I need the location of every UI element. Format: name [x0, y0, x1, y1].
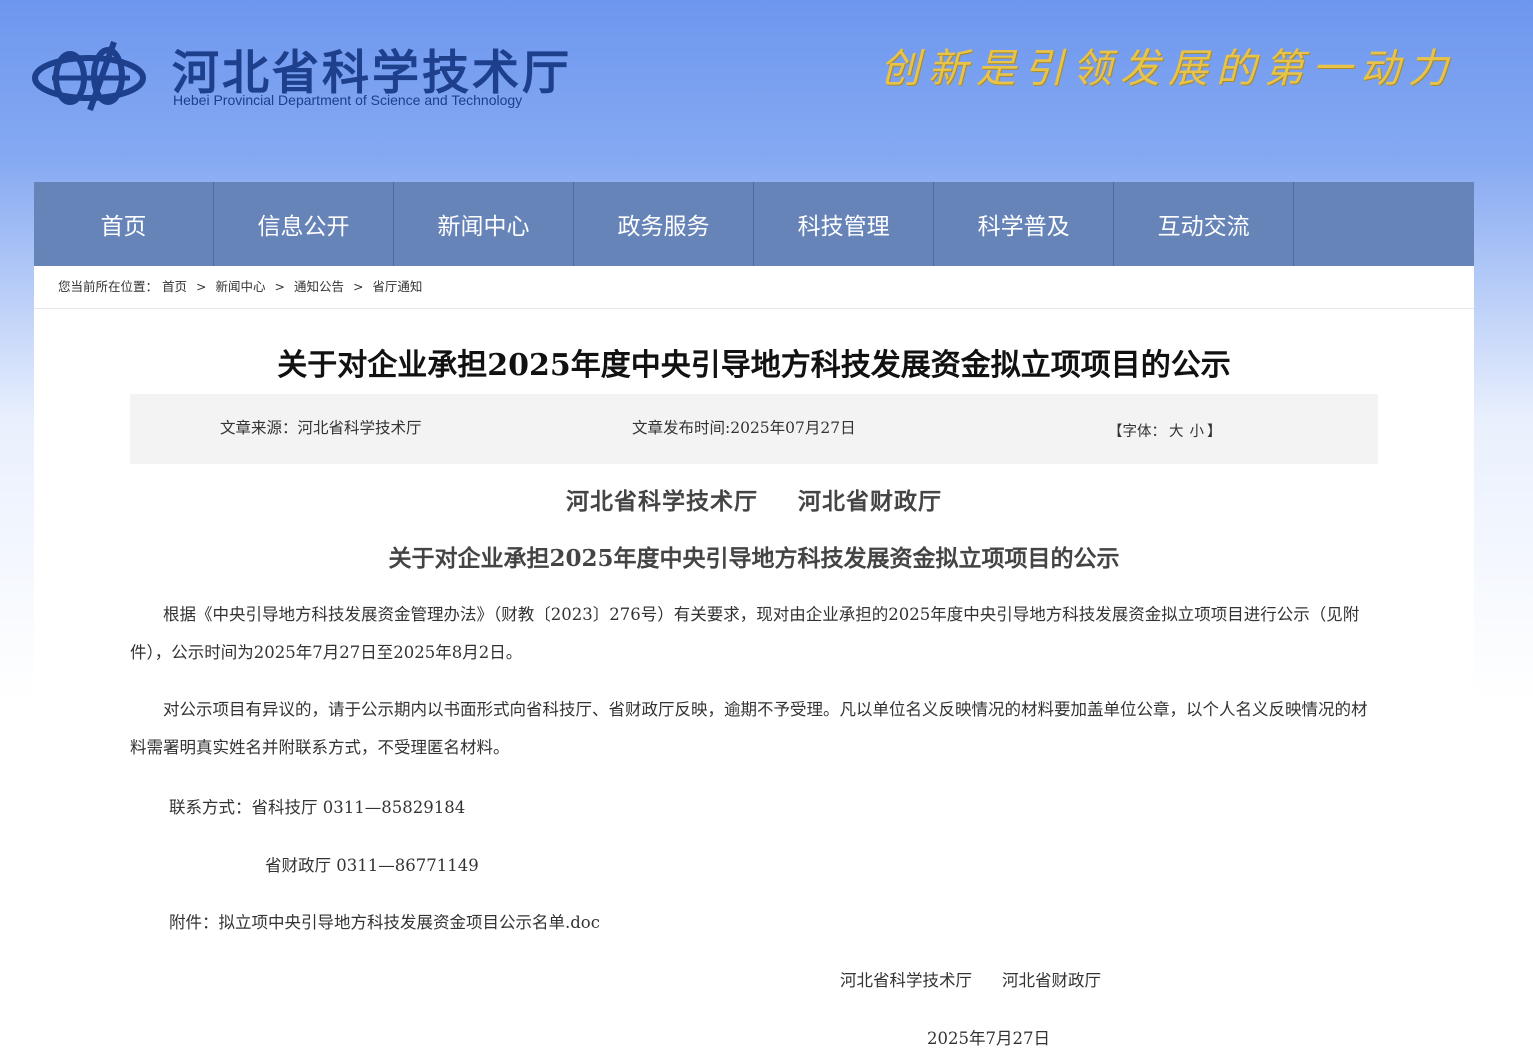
signature-org-1: 河北省科学技术厅	[840, 971, 972, 990]
breadcrumb-separator: >	[352, 279, 364, 294]
breadcrumb-link-dept-notices[interactable]: 省厅通知	[372, 279, 422, 294]
font-label-close: 】	[1207, 424, 1222, 440]
breadcrumb-separator: >	[196, 279, 207, 294]
signature: 河北省科学技术厅 河北省财政厅	[840, 967, 1101, 991]
notice-subtitle: 关于对企业承担2025年度中央引导地方科技发展资金拟立项项目的公示	[388, 545, 1120, 572]
font-small-button[interactable]: 小	[1190, 424, 1205, 440]
breadcrumb-prefix: 您当前所在位置：	[58, 279, 159, 294]
contact-line-1: 联系方式：省科技厅 0311—85829184	[169, 798, 466, 817]
signature-org-2: 河北省财政厅	[1002, 971, 1101, 990]
nav-item-government-services[interactable]: 政务服务	[574, 182, 755, 266]
attachment-link[interactable]: 拟立项中央引导地方科技发展资金项目公示名单.doc	[219, 913, 600, 932]
issuing-orgs: 河北省科学技术厅 河北省财政厅	[34, 482, 1474, 516]
contact-line-2: 省财政厅 0311—86771149	[265, 856, 479, 875]
article-source: 文章来源：河北省科学技术厅	[220, 419, 422, 437]
breadcrumb-separator: >	[274, 279, 285, 294]
breadcrumb-link-news[interactable]: 新闻中心	[215, 279, 265, 294]
slogan: 创新是引领发展的第一动力	[880, 46, 1456, 92]
breadcrumb: 您当前所在位置： 首页 > 新闻中心 > 通知公告 > 省厅通知	[34, 266, 1474, 309]
font-large-button[interactable]: 大	[1169, 424, 1184, 440]
article-container: 您当前所在位置： 首页 > 新闻中心 > 通知公告 > 省厅通知 关于对企业承担…	[34, 266, 1474, 1056]
nav-item-home[interactable]: 首页	[34, 182, 215, 266]
nav-item-interaction[interactable]: 互动交流	[1114, 182, 1295, 266]
nav-item-empty	[1294, 182, 1474, 266]
paragraph-2: 对公示项目有异议的，请于公示期内以书面形式向省科技厅、省财政厅反映，逾期不予受理…	[130, 700, 1368, 757]
attachment-label: 附件：	[169, 913, 219, 932]
nav-item-info-disclosure[interactable]: 信息公开	[214, 182, 395, 266]
article-meta: 文章来源：河北省科学技术厅 文章发布时间:2025年07月27日 【字体：大小】	[130, 394, 1378, 464]
breadcrumb-link-home[interactable]: 首页	[162, 279, 187, 294]
department-emblem-icon[interactable]	[30, 36, 148, 114]
nav-item-science-popularization[interactable]: 科学普及	[934, 182, 1115, 266]
article-date: 文章发布时间:2025年07月27日	[632, 419, 856, 437]
font-size-control: 【字体：大小】	[1108, 420, 1222, 441]
nav-item-tech-management[interactable]: 科技管理	[754, 182, 935, 266]
paragraph-1: 根据《中央引导地方科技发展资金管理办法》（财教〔2023〕276号）有关要求，现…	[130, 605, 1360, 662]
breadcrumb-link-notices[interactable]: 通知公告	[294, 279, 344, 294]
attachment: 附件：拟立项中央引导地方科技发展资金项目公示名单.doc	[169, 909, 600, 933]
article-title: 关于对企业承担2025年度中央引导地方科技发展资金拟立项项目的公示	[277, 348, 1231, 383]
nav-item-news-center[interactable]: 新闻中心	[394, 182, 575, 266]
site-subtitle: Hebei Provincial Department of Science a…	[173, 92, 523, 108]
signature-date: 2025年7月27日	[927, 1029, 1050, 1048]
font-label-open: 【字体：	[1108, 424, 1166, 440]
issuing-org-2: 河北省财政厅	[798, 488, 942, 515]
issuing-org-1: 河北省科学技术厅	[566, 488, 758, 515]
site-header: 河北省科学技术厅 Hebei Provincial Department of …	[0, 0, 1533, 182]
main-nav: 首页 信息公开 新闻中心 政务服务 科技管理 科学普及 互动交流	[34, 182, 1474, 266]
